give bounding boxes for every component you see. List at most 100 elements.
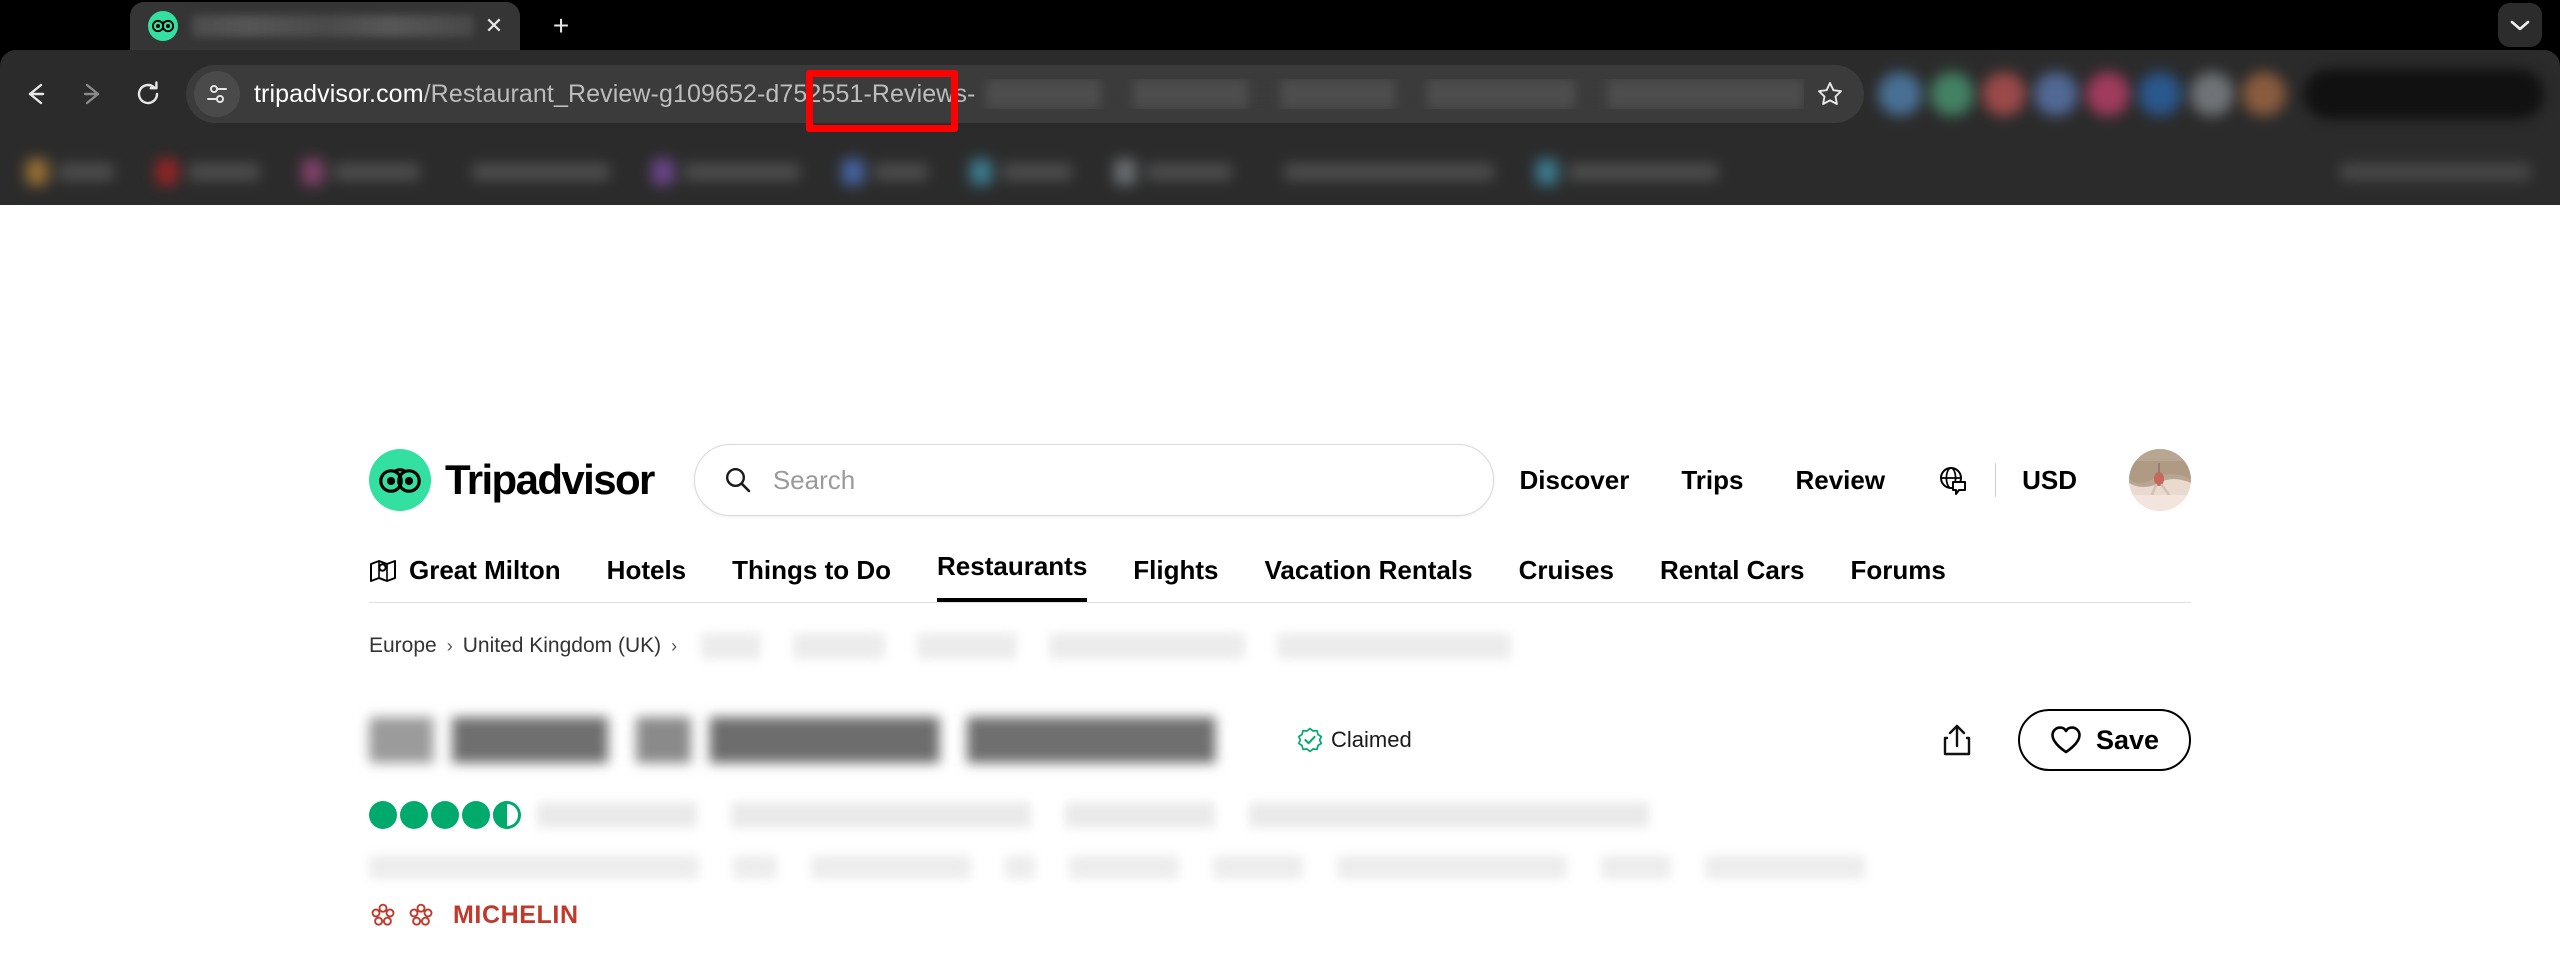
url-path-before: /Restaurant_Review-g109652 [424,80,757,109]
browser-toolbar: tripadvisor.com/Restaurant_Review-g10965… [0,50,2560,138]
breadcrumb-separator: › [447,636,453,657]
bookmark-item[interactable] [156,159,260,185]
info-blurred[interactable] [811,855,971,879]
tab-hotels[interactable]: Hotels [607,555,686,602]
primary-nav-tabs: Great Milton Hotels Things to Do Restaur… [369,541,2191,603]
status-badge: Claimed [1297,727,1412,753]
header-link-trips[interactable]: Trips [1681,465,1743,496]
tab-flights[interactable]: Flights [1133,555,1218,602]
sidebar-item-great-milton[interactable]: Great Milton [369,555,561,602]
rating-bubble [462,801,490,829]
bookmark-item[interactable] [970,159,1072,185]
bookmark-item[interactable] [652,159,800,185]
bookmark-item[interactable] [26,159,114,185]
bookmark-item[interactable] [1114,159,1232,185]
search-input[interactable]: Search [694,444,1494,516]
breadcrumb-item-uk[interactable]: United Kingdom (UK) [463,634,661,658]
extension-icon[interactable] [2086,72,2130,116]
profile-button[interactable] [2304,69,2544,119]
rating-bubble [369,801,397,829]
star-outline-icon[interactable] [1804,68,1856,120]
breadcrumb-item-blurred[interactable] [793,633,885,659]
review-count-blurred[interactable] [537,802,697,828]
url-path-after: Reviews- [872,80,976,109]
poi-info-row [369,855,2191,879]
tab-things-to-do[interactable]: Things to Do [732,555,891,602]
user-avatar[interactable] [2129,449,2191,511]
bookmark-item[interactable] [1536,159,1718,185]
share-icon[interactable] [1940,722,1974,758]
breadcrumb-item-blurred[interactable] [917,633,1017,659]
breadcrumb: Europe › United Kingdom (UK) › [369,633,2191,659]
extension-icon[interactable] [1930,72,1974,116]
globe-language-icon[interactable] [1937,464,1969,496]
heart-outline-icon [2050,725,2082,755]
currency-selector[interactable]: USD [2022,465,2077,496]
search-placeholder: Search [773,465,855,496]
close-icon[interactable]: ✕ [474,6,514,46]
extension-icon[interactable] [2034,72,2078,116]
bookmark-item[interactable] [302,159,420,185]
arrow-left-icon[interactable] [8,66,64,122]
divider [1995,463,1996,497]
save-button[interactable]: Save [2018,709,2191,771]
info-blurred[interactable] [1601,855,1671,879]
ranking-blurred[interactable] [731,802,1031,828]
tab-restaurants[interactable]: Restaurants [937,551,1087,602]
tab-strip: ✕ + [0,0,2560,50]
url-highlighted-id: -d752551- [757,80,872,109]
rating-bubbles [369,801,521,829]
bookmark-item[interactable] [842,159,928,185]
breadcrumb-item-blurred[interactable] [1277,633,1511,659]
category-blurred[interactable] [1065,802,1215,828]
page-title [369,717,1289,763]
tripadvisor-logo[interactable]: Tripadvisor [369,449,654,511]
site-settings-icon[interactable] [194,71,240,117]
bookmarks-bar [0,138,2560,205]
tab-vacation-rentals[interactable]: Vacation Rentals [1265,555,1473,602]
tab-cruises[interactable]: Cruises [1519,555,1614,602]
info-blurred[interactable] [1337,855,1567,879]
address-blurred[interactable] [369,855,699,879]
search-icon [723,465,753,495]
poi-actions: Save [1940,709,2191,771]
breadcrumb-item-blurred[interactable] [701,633,761,659]
info-blurred[interactable] [1213,855,1303,879]
language-currency-group: USD [1937,463,2077,497]
rating-bubble [400,801,428,829]
arrow-right-icon [64,66,120,122]
info-blurred[interactable] [1005,855,1035,879]
browser-tab[interactable]: ✕ [130,2,520,50]
tab-rental-cars[interactable]: Rental Cars [1660,555,1805,602]
new-tab-button[interactable]: + [540,5,582,47]
extension-icon[interactable] [1982,72,2026,116]
tripadvisor-owl-icon [369,449,431,511]
breadcrumb-item-blurred[interactable] [1049,633,1245,659]
tripadvisor-owl-favicon [148,11,178,41]
address-bar[interactable]: tripadvisor.com/Restaurant_Review-g10965… [186,65,1864,123]
rating-meta [537,802,2191,828]
breadcrumb-item-europe[interactable]: Europe [369,634,437,658]
url-text[interactable]: tripadvisor.com/Restaurant_Review-g10965… [254,79,1804,109]
reload-icon[interactable] [120,66,176,122]
bookmark-item[interactable] [1274,159,1494,185]
info-blurred[interactable] [1069,855,1179,879]
chevron-down-icon[interactable] [2498,3,2542,47]
info-blurred[interactable] [733,855,777,879]
header-link-discover[interactable]: Discover [1520,465,1630,496]
tab-title [192,15,474,37]
header-link-review[interactable]: Review [1795,465,1885,496]
url-blurred-tail [986,79,1805,109]
michelin-label: MICHELIN [453,901,579,930]
bookmarks-overflow[interactable] [2340,164,2530,180]
extension-icon[interactable] [1878,72,1922,116]
bookmark-item[interactable] [462,159,610,185]
michelin-star-icon [369,902,397,930]
browser-chrome: ✕ + [0,0,2560,205]
tab-forums[interactable]: Forums [1850,555,1945,602]
extension-icon[interactable] [2190,72,2234,116]
extension-icon[interactable] [2242,72,2286,116]
extension-icon[interactable] [2138,72,2182,116]
extra-blurred[interactable] [1249,802,1649,828]
info-blurred[interactable] [1705,855,1865,879]
